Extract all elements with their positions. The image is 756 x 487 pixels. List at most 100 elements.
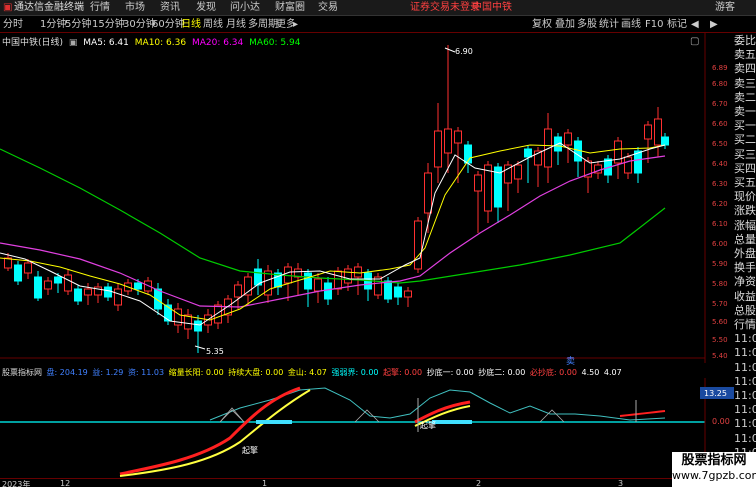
stock-tab[interactable]: 中国中铁	[472, 2, 512, 14]
title-bar: ▣ 通达信金融终端 行情 市场 资讯 发现 问小达 财富圈 交易 证券交易未登录…	[0, 0, 756, 16]
candle-body	[624, 156, 632, 174]
candle-body	[64, 274, 72, 292]
indicator-red-curve	[119, 386, 301, 476]
candle-body	[644, 124, 652, 140]
y-tick: 6.00	[712, 240, 728, 248]
period-5m[interactable]: 5分钟	[65, 19, 91, 30]
quote-row: 总量	[734, 232, 756, 246]
stats-button[interactable]: 统计	[599, 19, 619, 30]
candle-body	[654, 118, 662, 146]
quote-row: 委比	[734, 34, 756, 47]
quote-row: 11:0	[734, 389, 756, 402]
menu-discover[interactable]: 发现	[196, 2, 216, 14]
ind-field: 益: 1.29	[92, 368, 124, 377]
nav-left-icon[interactable]: ◀	[691, 19, 699, 30]
candle-body	[234, 284, 242, 298]
guest-label[interactable]: 游客	[715, 2, 735, 14]
quote-row: 总股	[734, 303, 756, 317]
candle-body	[434, 130, 442, 168]
quote-row: 卖一	[734, 105, 756, 118]
candle-body	[44, 280, 52, 290]
ind-field: 4.50	[581, 368, 600, 377]
period-1m[interactable]: 1分钟	[40, 19, 66, 30]
login-warning[interactable]: 证券交易未登录	[410, 2, 480, 14]
menu-fortune[interactable]: 财富圈	[275, 2, 305, 14]
quote-row: 买四	[734, 161, 756, 175]
quote-row: 涨跌	[734, 204, 756, 218]
quote-row: 涨幅	[734, 218, 756, 232]
mark-button[interactable]: 标记	[667, 19, 687, 30]
y-tick: 6.20	[712, 200, 728, 208]
ind-field: 抄底一: 0.00	[426, 368, 474, 377]
candle-body	[14, 264, 22, 282]
ind-scale-top: 13.25	[704, 389, 727, 398]
overlay-button[interactable]: 叠加	[555, 19, 575, 30]
candlestick-chart[interactable]	[0, 33, 734, 363]
y-tick: 6.10	[712, 220, 728, 228]
menu-info[interactable]: 资讯	[160, 2, 180, 14]
indicator-chart[interactable]	[0, 378, 734, 478]
indicator-name[interactable]: 股票指标网	[2, 368, 42, 377]
period-15m[interactable]: 15分钟	[92, 19, 125, 30]
candle-body	[394, 286, 402, 298]
menu-hq[interactable]: 行情	[90, 2, 110, 14]
period-30m[interactable]: 30分钟	[123, 19, 156, 30]
quote-row: 现价	[734, 190, 756, 204]
y-tick: 5.40	[712, 352, 728, 360]
ma5-line	[0, 142, 666, 326]
quote-row: 净资	[734, 275, 756, 289]
period-day[interactable]: 日线	[181, 19, 201, 30]
sell-marker: 卖	[566, 357, 576, 367]
candle-body	[104, 286, 112, 298]
menu-ask[interactable]: 问小达	[230, 2, 260, 14]
ind-field: 金山: 4.07	[287, 368, 327, 377]
candle-body	[661, 136, 669, 146]
y-tick: 6.30	[712, 180, 728, 188]
watermark-url: www.7gpzb.com	[672, 469, 756, 482]
ind-field: 资: 11.03	[127, 368, 165, 377]
nav-right-icon[interactable]: ▶	[710, 19, 718, 30]
ind-field: 持续大盘: 0.00	[228, 368, 284, 377]
period-multi[interactable]: 多周期	[248, 19, 278, 30]
y-tick: 5.60	[712, 318, 728, 326]
candle-body	[404, 290, 412, 298]
period-fenshi[interactable]: 分时	[3, 19, 23, 30]
candle-body	[384, 280, 392, 300]
multi-stock-button[interactable]: 多股	[577, 19, 597, 30]
quote-row: 收益	[734, 289, 756, 303]
candle-body	[74, 288, 82, 302]
quote-row: 卖三	[734, 76, 756, 90]
more-arrow-icon: ▸	[293, 19, 299, 30]
period-toolbar: 分时 1分钟 5分钟 15分钟 30分钟 60分钟 日线 周线 月线 多周期 更…	[0, 16, 756, 33]
quote-row: 卖五	[734, 48, 756, 62]
y-tick: 6.70	[712, 100, 728, 108]
y-tick: 6.89	[712, 64, 728, 72]
menu-market[interactable]: 市场	[125, 2, 145, 14]
indicator-legend: 股票指标网 盘: 204.19 益: 1.29 资: 11.03 缩量长阳: 0…	[2, 367, 624, 378]
ind-scale-zero: 0.00	[712, 417, 730, 426]
candle-body	[54, 276, 62, 284]
ind-field: 盘: 204.19	[46, 368, 88, 377]
candle-body	[514, 164, 522, 180]
period-week[interactable]: 周线	[203, 19, 223, 30]
candle-body	[474, 174, 482, 192]
candle-body	[564, 132, 572, 146]
quote-row: 卖四	[734, 62, 756, 76]
ind-field: 强弱界: 0.00	[331, 368, 379, 377]
x-label: 12	[60, 479, 71, 487]
period-60m[interactable]: 60分钟	[152, 19, 185, 30]
high-price-label: 6.90	[455, 47, 473, 56]
ind-field: 起擎: 0.00	[383, 368, 423, 377]
ind-field: 4.07	[603, 368, 622, 377]
candle-body	[304, 272, 312, 290]
fuquan-button[interactable]: 复权	[532, 19, 552, 30]
draw-button[interactable]: 画线	[621, 19, 641, 30]
candle-body	[484, 164, 492, 212]
f10-button[interactable]: F10	[645, 19, 663, 30]
quote-row: 买五	[734, 176, 756, 189]
candle-body	[314, 278, 322, 292]
period-month[interactable]: 月线	[226, 19, 246, 30]
candle-body	[354, 266, 362, 278]
menu-trade[interactable]: 交易	[318, 2, 338, 14]
y-tick: 6.60	[712, 120, 728, 128]
